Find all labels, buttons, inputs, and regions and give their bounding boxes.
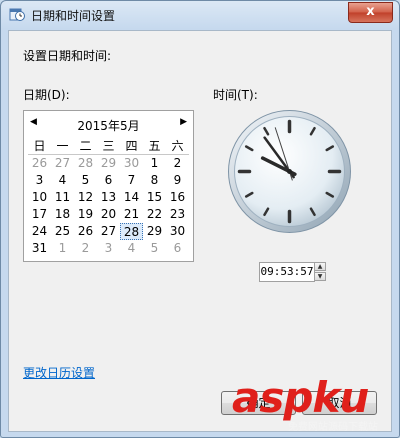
watermark-subtitle: 免费网站源码下载站 xyxy=(288,422,378,433)
weekday-label: 三 xyxy=(97,138,120,155)
day-cell[interactable]: 18 xyxy=(51,206,74,223)
date-label: 日期(D): xyxy=(23,88,70,102)
day-cell[interactable]: 5 xyxy=(143,240,166,257)
day-cell[interactable]: 20 xyxy=(97,206,120,223)
day-cell[interactable]: 27 xyxy=(97,223,120,240)
day-cell[interactable]: 7 xyxy=(120,172,143,189)
calendar-week-row: 10 11 12 13 14 15 16 xyxy=(28,189,189,206)
day-cell[interactable]: 10 xyxy=(28,189,51,206)
day-cell[interactable]: 4 xyxy=(51,172,74,189)
change-calendar-settings-link[interactable]: 更改日历设置 xyxy=(23,364,95,381)
calendar-nav: ◀ 2015年5月 ▶ xyxy=(24,117,193,133)
weekday-label: 六 xyxy=(166,138,189,155)
day-cell[interactable]: 2 xyxy=(166,155,189,172)
title-bar[interactable]: 日期和时间设置 x xyxy=(1,1,399,29)
day-cell[interactable]: 12 xyxy=(74,189,97,206)
right-triangle-icon[interactable]: ▶ xyxy=(180,117,187,127)
day-cell[interactable]: 8 xyxy=(143,172,166,189)
analog-clock xyxy=(228,110,351,233)
spin-down-icon[interactable]: ▼ xyxy=(314,272,326,281)
calendar: ◀ 2015年5月 ▶ 日一二三四五六 26 27 28 29 30 1 2 3 4 5 6 7 8 9 10… xyxy=(23,110,194,262)
heading-text: 设置日期和时间: xyxy=(23,49,112,63)
day-cell[interactable]: 3 xyxy=(28,172,51,189)
clock-center-pin xyxy=(287,169,292,174)
day-cell[interactable]: 15 xyxy=(143,189,166,206)
weekday-label: 日 xyxy=(28,138,51,155)
day-cell[interactable]: 28 xyxy=(74,155,97,172)
day-cell[interactable]: 23 xyxy=(166,206,189,223)
day-cell[interactable]: 17 xyxy=(28,206,51,223)
selected-day-cell[interactable]: 28 xyxy=(120,223,143,240)
watermark: aspku 免费网站源码下载站 xyxy=(232,373,397,433)
calendar-grid: 日一二三四五六 26 27 28 29 30 1 2 3 4 5 6 7 8 9 10 11 12 13 14 15 16… xyxy=(28,138,189,257)
day-cell[interactable]: 4 xyxy=(120,240,143,257)
day-cell[interactable]: 2 xyxy=(74,240,97,257)
day-cell[interactable]: 1 xyxy=(143,155,166,172)
day-cell[interactable]: 30 xyxy=(120,155,143,172)
time-spinner: ▲ ▼ xyxy=(314,262,326,282)
day-cell[interactable]: 25 xyxy=(51,223,74,240)
day-cell[interactable]: 11 xyxy=(51,189,74,206)
day-cell[interactable]: 9 xyxy=(166,172,189,189)
day-cell[interactable]: 24 xyxy=(28,223,51,240)
window-title: 日期和时间设置 xyxy=(31,9,116,23)
date-time-dialog: 日期和时间设置 x 设置日期和时间: 日期(D): 时间(T): ◀ 2015年… xyxy=(0,0,400,438)
weekday-label: 一 xyxy=(51,138,74,155)
date-time-icon xyxy=(9,8,25,21)
weekday-header-row: 日一二三四五六 xyxy=(28,138,189,155)
watermark-logo: aspku xyxy=(232,373,369,422)
calendar-week-row: 24 25 26 27 28 29 30 xyxy=(28,223,189,240)
day-cell[interactable]: 13 xyxy=(97,189,120,206)
day-cell[interactable]: 29 xyxy=(143,223,166,240)
day-cell[interactable]: 6 xyxy=(97,172,120,189)
close-button[interactable]: x xyxy=(348,2,393,23)
day-cell[interactable]: 26 xyxy=(28,155,51,172)
time-input[interactable]: 09:53:57 xyxy=(259,262,315,282)
time-label: 时间(T): xyxy=(213,88,258,102)
calendar-month-title[interactable]: 2015年5月 xyxy=(24,117,193,134)
day-cell[interactable]: 29 xyxy=(97,155,120,172)
spin-up-icon[interactable]: ▲ xyxy=(314,262,326,271)
day-cell[interactable]: 6 xyxy=(166,240,189,257)
day-cell[interactable]: 16 xyxy=(166,189,189,206)
day-cell[interactable]: 27 xyxy=(51,155,74,172)
weekday-label: 五 xyxy=(143,138,166,155)
calendar-week-row: 17 18 19 20 21 22 23 xyxy=(28,206,189,223)
weekday-label: 二 xyxy=(74,138,97,155)
day-cell[interactable]: 14 xyxy=(120,189,143,206)
calendar-week-row: 3456789 xyxy=(28,172,189,189)
weekday-label: 四 xyxy=(120,138,143,155)
day-cell[interactable]: 22 xyxy=(143,206,166,223)
day-cell[interactable]: 31 xyxy=(28,240,51,257)
day-cell[interactable]: 5 xyxy=(74,172,97,189)
day-cell[interactable]: 19 xyxy=(74,206,97,223)
day-cell[interactable]: 1 xyxy=(51,240,74,257)
calendar-week-row: 26 27 28 29 30 1 2 xyxy=(28,155,189,172)
dialog-body: 设置日期和时间: 日期(D): 时间(T): ◀ 2015年5月 ▶ 日一二三四… xyxy=(8,30,392,432)
day-cell[interactable]: 30 xyxy=(166,223,189,240)
day-cell[interactable]: 26 xyxy=(74,223,97,240)
day-cell[interactable]: 21 xyxy=(120,206,143,223)
calendar-week-row: 31 1 2 3 4 5 6 xyxy=(28,240,189,257)
day-cell[interactable]: 3 xyxy=(97,240,120,257)
